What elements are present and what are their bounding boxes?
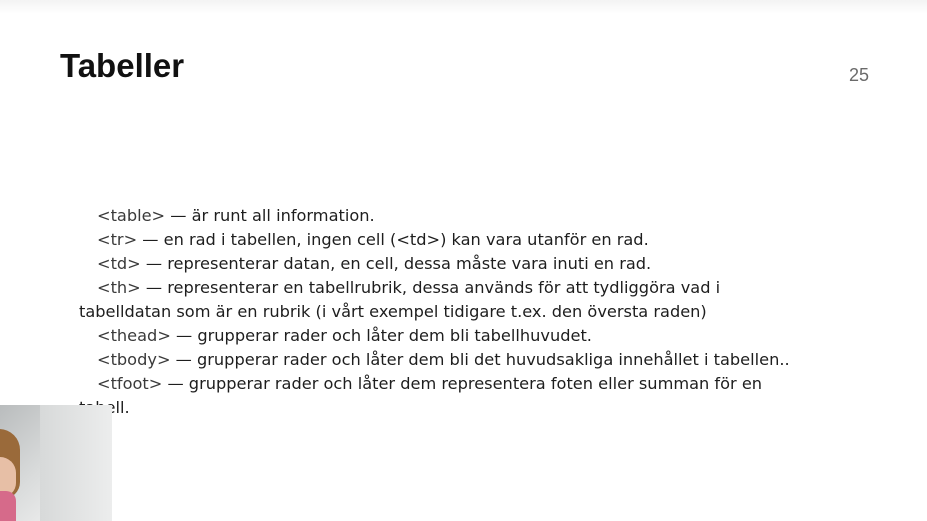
item-text: — grupperar rader och låter dem represen… (162, 374, 763, 393)
slide: Tabeller 25 <table> — är runt all inform… (0, 0, 927, 521)
list-item-tr: <tr> — en rad i tabellen, ingen cell (<t… (79, 228, 879, 252)
item-text: — en rad i tabellen, ingen cell (<td>) k… (137, 230, 649, 249)
tag-label: <tfoot> (97, 374, 163, 393)
list-item-tfoot: <tfoot> — grupperar rader och låter dem … (79, 372, 879, 396)
item-text: — representerar datan, en cell, dessa må… (140, 254, 652, 273)
tag-label: <table> (97, 206, 166, 225)
webcam-background (40, 405, 112, 521)
item-text: — grupperar rader och låter dem bli tabe… (170, 326, 592, 345)
list-item-tbody: <tbody> — grupperar rader och låter dem … (79, 348, 879, 372)
item-text: — är runt all information. (165, 206, 375, 225)
tag-label: <td> (97, 254, 141, 273)
list-item-td: <td> — representerar datan, en cell, des… (79, 252, 879, 276)
webcam-shirt (0, 491, 16, 521)
tag-label: <tbody> (97, 350, 171, 369)
content-body: <table> — är runt all information. <tr> … (79, 204, 879, 420)
tag-label: <tr> (97, 230, 138, 249)
list-item-tfoot-continuation: tabell. (79, 396, 879, 420)
list-item-th: <th> — representerar en tabellrubrik, de… (79, 276, 879, 300)
list-item-th-continuation: tabelldatan som är en rubrik (i vårt exe… (79, 302, 707, 321)
tag-label: <th> (97, 278, 141, 297)
list-item-thead: <thead> — grupperar rader och låter dem … (79, 324, 879, 348)
list-item-table: <table> — är runt all information. (79, 204, 879, 228)
item-text: — grupperar rader och låter dem bli det … (170, 350, 790, 369)
webcam-person-overlay-icon (0, 405, 112, 521)
slide-title: Tabeller (60, 47, 185, 84)
item-text: — representerar en tabellrubrik, dessa a… (140, 278, 721, 297)
top-fade (0, 0, 927, 14)
page-number: 25 (849, 65, 870, 85)
tag-label: <thead> (97, 326, 171, 345)
